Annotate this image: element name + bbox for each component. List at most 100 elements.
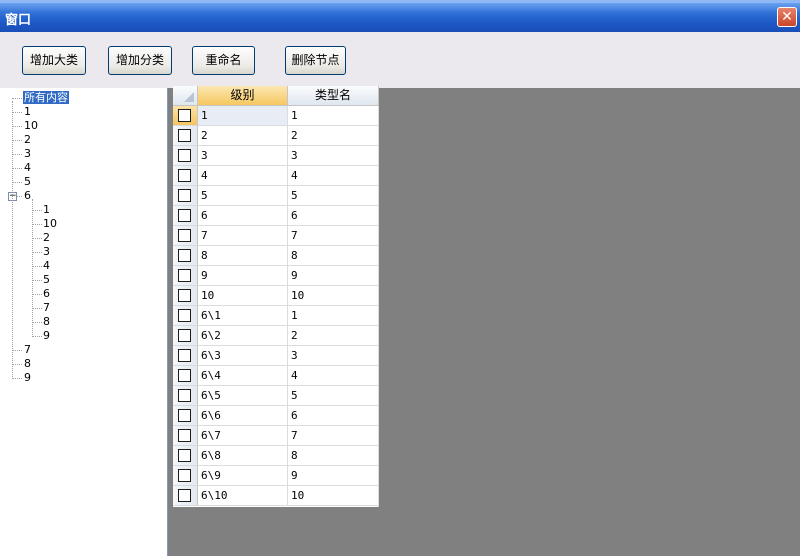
tree-child-node[interactable]: 4 — [43, 259, 50, 272]
row-header[interactable] — [173, 486, 198, 506]
grid-row[interactable]: 6\5 5 — [173, 386, 379, 406]
cell-type-name[interactable]: 5 — [288, 386, 379, 406]
cell-level[interactable]: 5 — [198, 186, 288, 206]
category-tree[interactable]: 所有内容 1 10 2 3 4 5 6−1 10 2 3 4 5 6 7 8 9 7 8 9 — [0, 88, 168, 556]
column-header-level[interactable]: 级别 — [198, 86, 288, 106]
tree-node[interactable]: 5 — [24, 175, 31, 188]
close-button[interactable]: ✕ — [777, 7, 797, 27]
cell-level[interactable]: 8 — [198, 246, 288, 266]
cell-type-name[interactable]: 3 — [288, 146, 379, 166]
row-checkbox[interactable] — [178, 489, 191, 502]
column-header-type-name[interactable]: 类型名 — [288, 86, 379, 106]
tree-child-node[interactable]: 2 — [43, 231, 50, 244]
grid-row[interactable]: 33 — [173, 146, 379, 166]
add-subcategory-button[interactable]: 增加分类 — [108, 46, 172, 75]
row-header[interactable] — [173, 266, 198, 286]
row-checkbox[interactable] — [178, 109, 191, 122]
tree-child-node[interactable]: 1 — [43, 203, 50, 216]
grid-row[interactable]: 11 — [173, 106, 379, 126]
row-checkbox[interactable] — [178, 169, 191, 182]
cell-level[interactable]: 7 — [198, 226, 288, 246]
select-all-corner[interactable] — [173, 86, 198, 106]
grid-row[interactable]: 99 — [173, 266, 379, 286]
cell-level[interactable]: 1 — [198, 106, 288, 126]
rename-button[interactable]: 重命名 — [192, 46, 255, 75]
cell-type-name[interactable]: 5 — [288, 186, 379, 206]
grid-row[interactable]: 6\8 8 — [173, 446, 379, 466]
cell-level[interactable]: 3 — [198, 146, 288, 166]
row-header[interactable] — [173, 286, 198, 306]
cell-level[interactable]: 6\5 — [198, 386, 288, 406]
cell-level[interactable]: 6\9 — [198, 466, 288, 486]
grid-row[interactable]: 66 — [173, 206, 379, 226]
cell-level[interactable]: 6\1 — [198, 306, 288, 326]
row-checkbox[interactable] — [178, 189, 191, 202]
row-header[interactable] — [173, 366, 198, 386]
grid-row[interactable]: 6\1 1 — [173, 306, 379, 326]
delete-node-button[interactable]: 删除节点 — [285, 46, 346, 75]
row-header[interactable] — [173, 186, 198, 206]
grid-row[interactable]: 22 — [173, 126, 379, 146]
category-grid[interactable]: 级别 类型名 1 1 2 2 3 3 4 4 5 5 6 6 7 7 8 8 9 9 10 10 6\1 1 6\2 2 6\3… — [173, 86, 379, 507]
cell-level[interactable]: 6\7 — [198, 426, 288, 446]
grid-row[interactable]: 6\9 9 — [173, 466, 379, 486]
grid-row[interactable]: 6\10 10 — [173, 486, 379, 506]
tree-child-node[interactable]: 6 — [43, 287, 50, 300]
grid-row[interactable]: 6\3 3 — [173, 346, 379, 366]
row-checkbox[interactable] — [178, 409, 191, 422]
row-checkbox[interactable] — [178, 289, 191, 302]
row-checkbox[interactable] — [178, 309, 191, 322]
grid-row[interactable]: 55 — [173, 186, 379, 206]
tree-child-node[interactable]: 7 — [43, 301, 50, 314]
row-checkbox[interactable] — [178, 129, 191, 142]
cell-type-name[interactable]: 3 — [288, 346, 379, 366]
row-header[interactable] — [173, 346, 198, 366]
cell-level[interactable]: 6\2 — [198, 326, 288, 346]
row-checkbox[interactable] — [178, 469, 191, 482]
cell-type-name[interactable]: 1 — [288, 306, 379, 326]
cell-level[interactable]: 6\8 — [198, 446, 288, 466]
cell-level[interactable]: 9 — [198, 266, 288, 286]
cell-type-name[interactable]: 8 — [288, 446, 379, 466]
cell-type-name[interactable]: 6 — [288, 406, 379, 426]
tree-child-node[interactable]: 10 — [43, 217, 57, 230]
grid-row[interactable]: 6\2 2 — [173, 326, 379, 346]
cell-type-name[interactable]: 7 — [288, 426, 379, 446]
row-header[interactable] — [173, 226, 198, 246]
cell-type-name[interactable]: 1 — [288, 106, 379, 126]
cell-level[interactable]: 10 — [198, 286, 288, 306]
tree-node[interactable]: 9 — [24, 371, 31, 384]
cell-type-name[interactable]: 9 — [288, 466, 379, 486]
tree-child-node[interactable]: 3 — [43, 245, 50, 258]
cell-level[interactable]: 4 — [198, 166, 288, 186]
cell-level[interactable]: 6\6 — [198, 406, 288, 426]
cell-type-name[interactable]: 2 — [288, 126, 379, 146]
cell-type-name[interactable]: 4 — [288, 366, 379, 386]
cell-type-name[interactable]: 9 — [288, 266, 379, 286]
tree-child-node[interactable]: 8 — [43, 315, 50, 328]
row-header[interactable] — [173, 206, 198, 226]
cell-type-name[interactable]: 2 — [288, 326, 379, 346]
row-checkbox[interactable] — [178, 429, 191, 442]
cell-type-name[interactable]: 6 — [288, 206, 379, 226]
cell-level[interactable]: 6\10 — [198, 486, 288, 506]
row-header[interactable] — [173, 106, 198, 126]
cell-level[interactable]: 6\4 — [198, 366, 288, 386]
row-header[interactable] — [173, 386, 198, 406]
tree-node[interactable]: 10 — [24, 119, 38, 132]
cell-type-name[interactable]: 7 — [288, 226, 379, 246]
cell-type-name[interactable]: 4 — [288, 166, 379, 186]
row-header[interactable] — [173, 426, 198, 446]
cell-level[interactable]: 6 — [198, 206, 288, 226]
row-header[interactable] — [173, 166, 198, 186]
tree-root-node[interactable]: 所有内容 — [23, 91, 69, 104]
tree-node[interactable]: 3 — [24, 147, 31, 160]
row-checkbox[interactable] — [178, 329, 191, 342]
row-header[interactable] — [173, 306, 198, 326]
row-header[interactable] — [173, 146, 198, 166]
cell-type-name[interactable]: 10 — [288, 486, 379, 506]
row-header[interactable] — [173, 406, 198, 426]
row-checkbox[interactable] — [178, 149, 191, 162]
row-header[interactable] — [173, 326, 198, 346]
row-header[interactable] — [173, 126, 198, 146]
